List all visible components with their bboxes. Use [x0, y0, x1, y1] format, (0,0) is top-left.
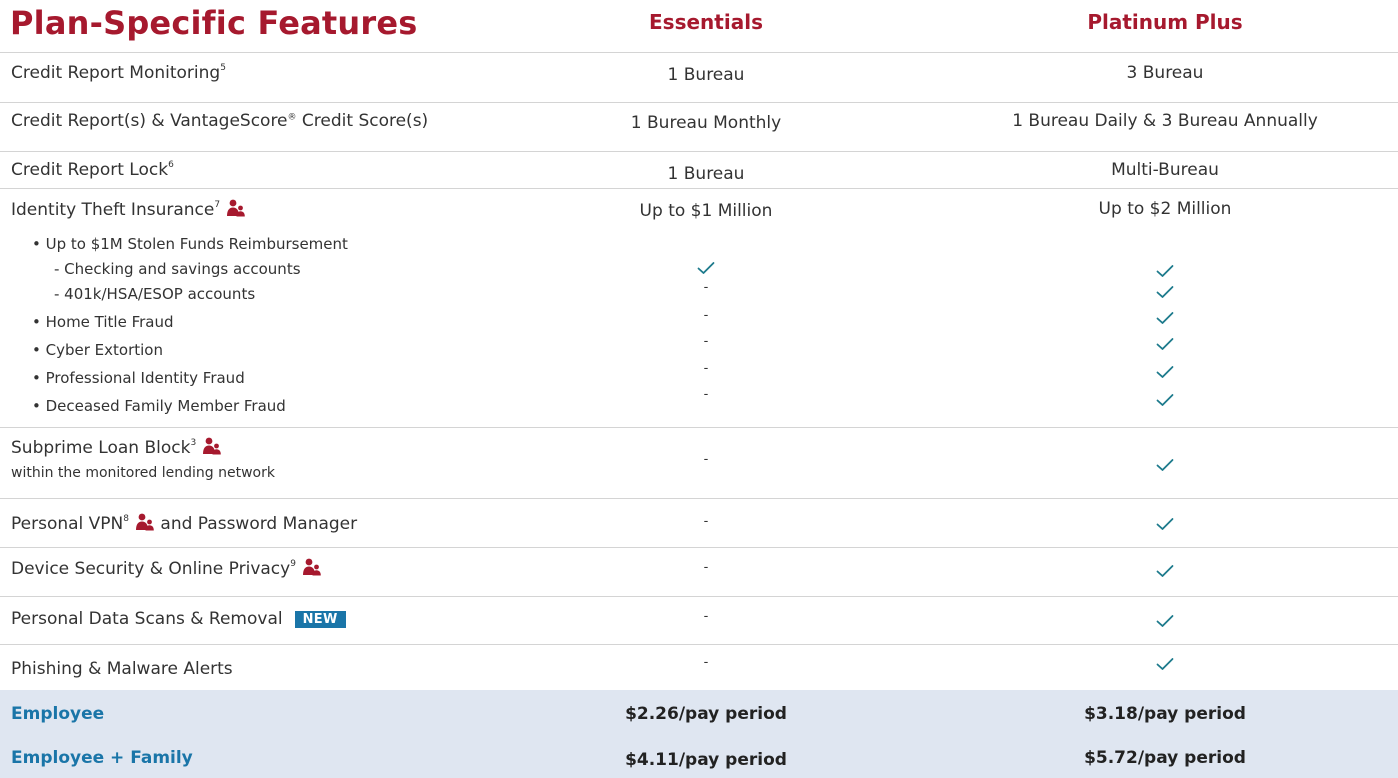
value-essentials: Up to $1 Million	[639, 201, 773, 221]
check-icon	[1156, 657, 1174, 671]
feature-label: Identity Theft Insurance7	[11, 199, 246, 220]
row-credit-reports: Credit Report(s) & VantageScore® Credit …	[0, 102, 1398, 142]
price-platinum-employee: $3.18/pay period	[1084, 704, 1246, 724]
feature-label: Credit Report Monitoring5	[11, 63, 226, 83]
value-essentials: 1 Bureau	[667, 164, 745, 184]
footnote-marker: 3	[190, 438, 197, 449]
not-included-dash: -	[703, 361, 709, 376]
page-title: Plan-Specific Features	[10, 4, 418, 42]
family-icon	[302, 558, 322, 576]
not-included-dash: -	[703, 280, 709, 295]
value-platinum: 3 Bureau	[1126, 63, 1204, 83]
feature-label: Subprime Loan Block3	[11, 437, 222, 458]
row-personal-vpn: Personal VPN8 and Password Manager -	[0, 498, 1398, 544]
new-badge: NEW	[294, 611, 346, 628]
not-included-dash: -	[703, 334, 709, 349]
plan-comparison-table: Plan-Specific Features Essentials Platin…	[0, 0, 1398, 778]
feature-label: Credit Report(s) & VantageScore® Credit …	[11, 111, 429, 131]
plan-header-essentials: Essentials	[649, 10, 763, 34]
row-subprime-loan-block: Subprime Loan Block3 within the monitore…	[0, 427, 1398, 489]
plan-header-platinum-plus: Platinum Plus	[1087, 10, 1243, 34]
check-icon	[1156, 311, 1174, 325]
price-essentials-family: $4.11/pay period	[625, 750, 787, 770]
feature-sublabel: within the monitored lending network	[11, 465, 275, 481]
price-platinum-family: $5.72/pay period	[1084, 748, 1246, 768]
sub-item-label: • Professional Identity Fraud	[32, 369, 245, 387]
sub-item-label: - Checking and savings accounts	[54, 260, 301, 278]
check-icon	[1156, 264, 1174, 278]
not-included-dash: -	[703, 308, 709, 323]
sub-item-label: • Deceased Family Member Fraud	[32, 397, 286, 415]
row-credit-monitoring: Credit Report Monitoring5 1 Bureau 3 Bur…	[0, 52, 1398, 92]
value-essentials: 1 Bureau Monthly	[630, 113, 782, 133]
family-icon	[226, 199, 246, 217]
feature-label: Personal VPN8 and Password Manager	[11, 513, 358, 534]
family-icon	[202, 437, 222, 455]
family-icon	[135, 513, 155, 531]
feature-label: Phishing & Malware Alerts	[11, 659, 233, 679]
check-icon	[1156, 614, 1174, 628]
check-icon	[1156, 564, 1174, 578]
check-icon	[1156, 285, 1174, 299]
row-phishing-alerts: Phishing & Malware Alerts -	[0, 644, 1398, 690]
sub-item-label: • Home Title Fraud	[32, 313, 174, 331]
sub-item-label: - 401k/HSA/ESOP accounts	[54, 285, 256, 303]
row-identity-theft-insurance: Identity Theft Insurance7 Up to $1 Milli…	[0, 188, 1398, 428]
value-platinum: Multi-Bureau	[1111, 160, 1219, 180]
feature-label: Personal Data Scans & Removal NEW	[11, 609, 346, 629]
not-included-dash: -	[703, 514, 709, 529]
footnote-marker: 9	[290, 559, 296, 570]
price-essentials-employee: $2.26/pay period	[625, 704, 787, 724]
not-included-dash: -	[703, 655, 709, 670]
feature-label: Credit Report Lock6	[11, 160, 174, 180]
feature-label: Device Security & Online Privacy9	[11, 558, 322, 579]
footnote-marker: 5	[220, 63, 226, 74]
value-essentials: 1 Bureau	[667, 65, 745, 85]
check-icon	[697, 261, 715, 275]
footnote-marker: 8	[123, 514, 130, 525]
row-credit-lock: Credit Report Lock6 1 Bureau Multi-Burea…	[0, 151, 1398, 191]
value-platinum: Up to $2 Million	[1098, 199, 1232, 219]
not-included-dash: -	[703, 560, 709, 575]
pricing-label-employee-family: Employee + Family	[11, 748, 193, 768]
check-icon	[1156, 337, 1174, 351]
not-included-dash: -	[703, 609, 709, 624]
value-platinum: 1 Bureau Daily & 3 Bureau Annually	[1012, 111, 1318, 131]
not-included-dash: -	[703, 452, 709, 467]
check-icon	[1156, 365, 1174, 379]
check-icon	[1156, 393, 1174, 407]
sub-item-label: • Up to $1M Stolen Funds Reimbursement	[32, 235, 348, 253]
footnote-marker: 6	[168, 160, 174, 171]
pricing-footer: Employee $2.26/pay period $3.18/pay peri…	[0, 690, 1398, 778]
row-personal-data-scans: Personal Data Scans & Removal NEW -	[0, 596, 1398, 642]
not-included-dash: -	[703, 387, 709, 402]
row-device-security: Device Security & Online Privacy9 -	[0, 547, 1398, 589]
check-icon	[1156, 517, 1174, 531]
check-icon	[1156, 458, 1174, 472]
sub-item-label: • Cyber Extortion	[32, 341, 163, 359]
pricing-label-employee: Employee	[11, 704, 105, 724]
footnote-marker: 7	[214, 200, 221, 211]
registered-mark: ®	[287, 112, 297, 123]
